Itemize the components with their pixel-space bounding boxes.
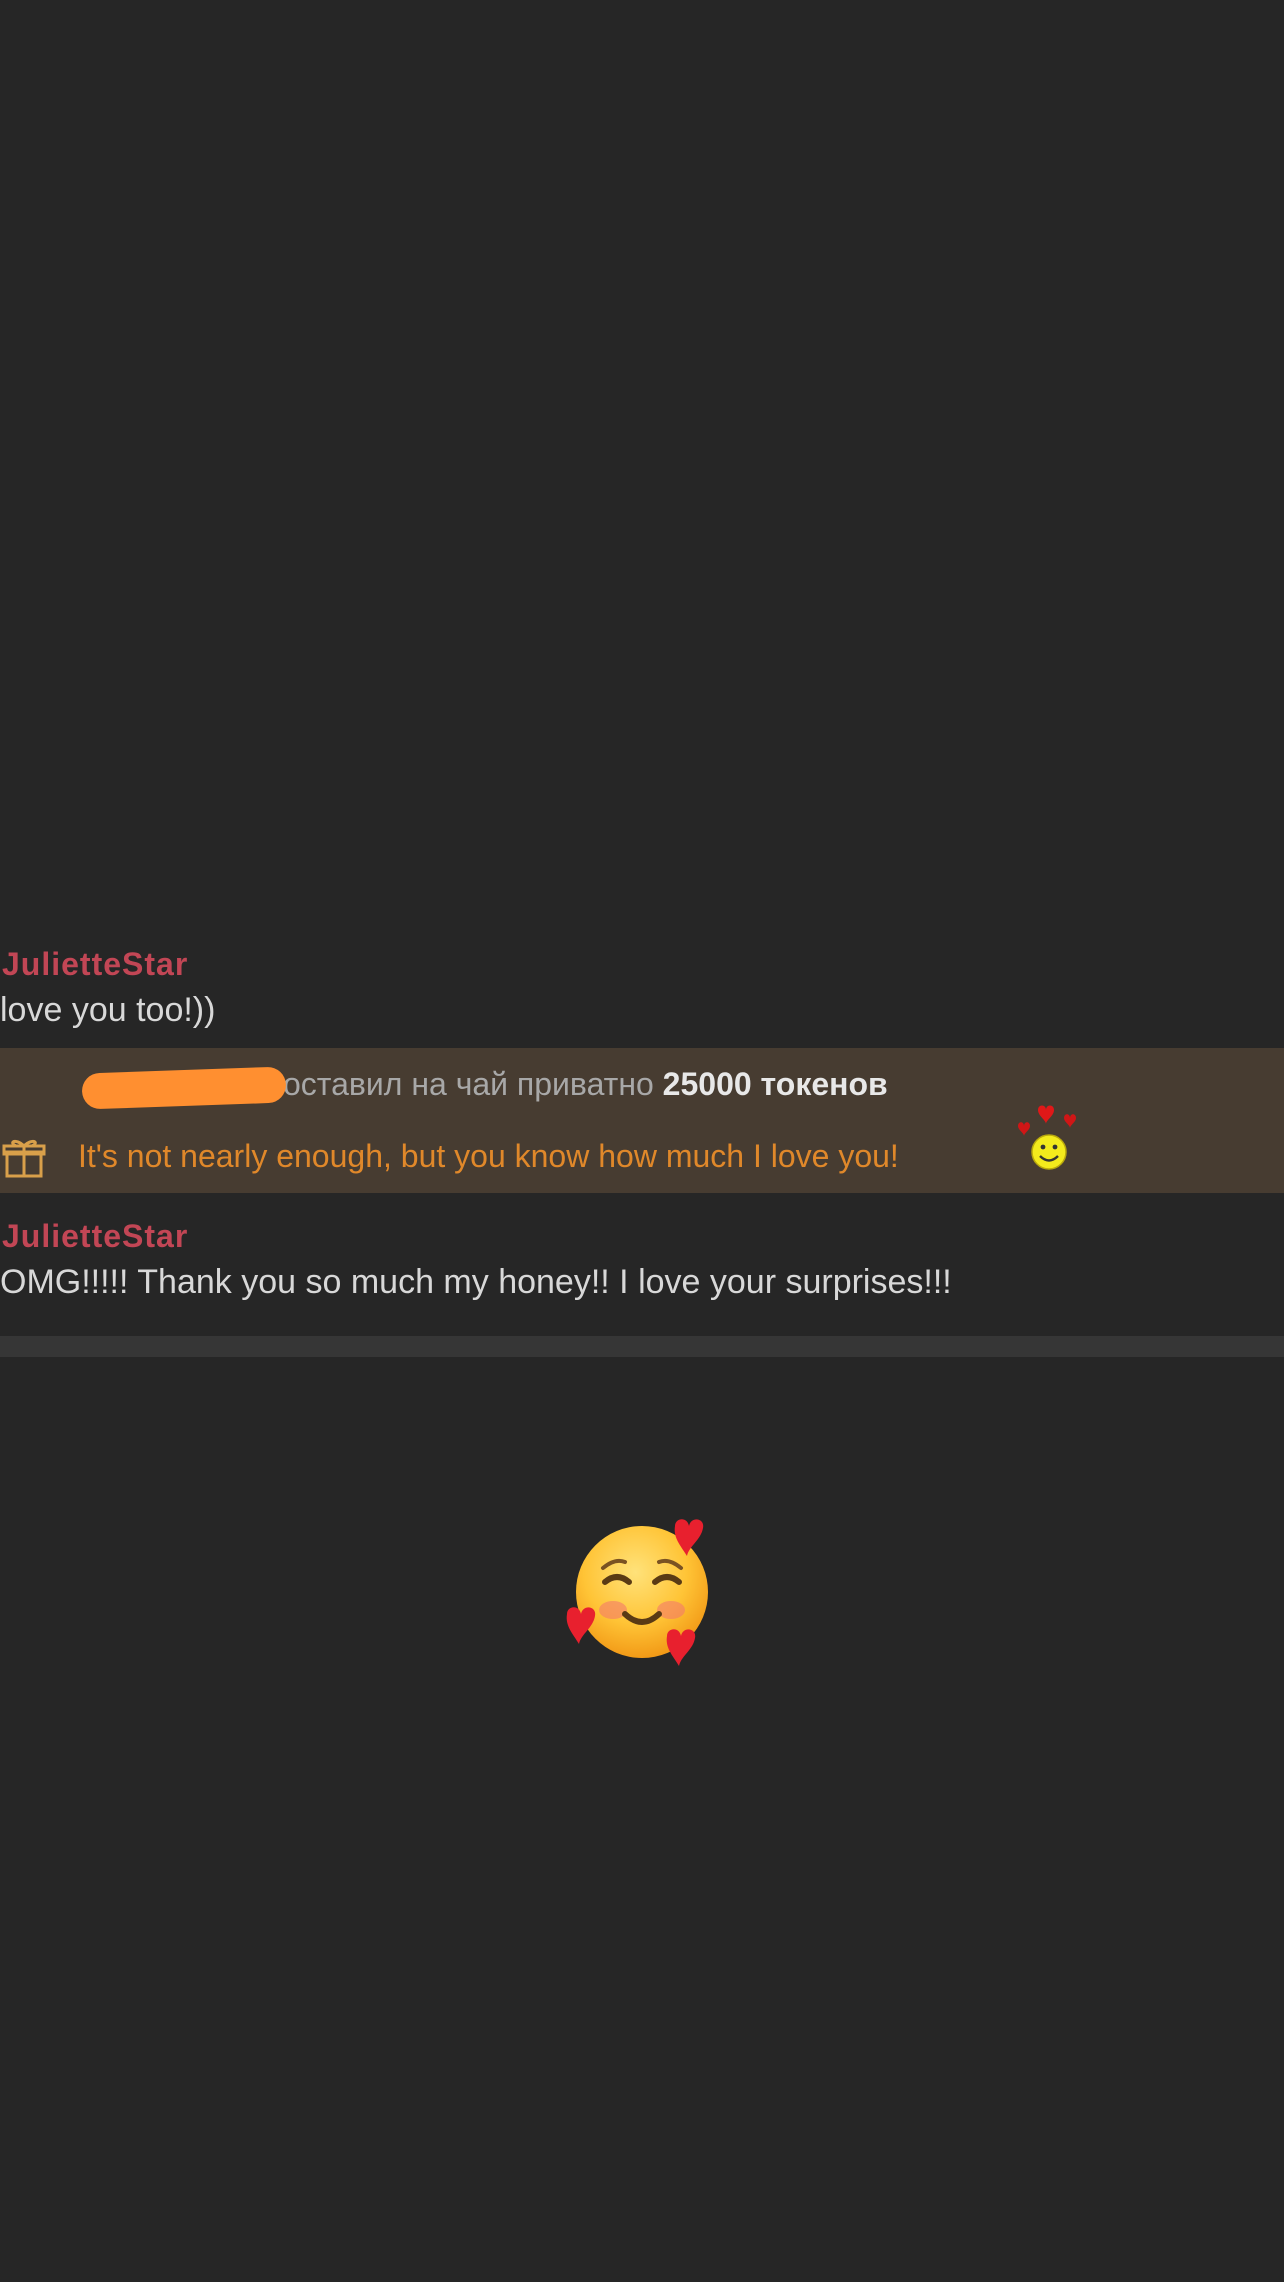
tip-note: It's not nearly enough, but you know how…	[78, 1138, 899, 1174]
tip-line: оставил на чай приватно 25000 токенов	[78, 1064, 888, 1110]
gift-icon	[2, 1139, 46, 1178]
private-tip-notification: оставил на чай приватно 25000 токенов It…	[0, 1048, 1284, 1193]
message-text: OMG!!!!! Thank you so much my honey!! I …	[0, 1263, 952, 1301]
tip-username[interactable]	[78, 1064, 287, 1110]
chat-log-continued: JulietteStar OMG!!!!! Thank you so much …	[0, 1210, 1284, 1346]
message-text: love you too!))	[0, 991, 216, 1029]
message-sender[interactable]: JulietteStar	[2, 944, 188, 984]
chat-divider	[0, 1336, 1284, 1357]
chat-message: JulietteStar OMG!!!!! Thank you so much …	[0, 1210, 1284, 1346]
smiling-face-with-hearts-emoji	[566, 1519, 708, 1666]
message-sender[interactable]: JulietteStar	[2, 1216, 188, 1256]
tip-amount: 25000 токенов	[662, 1066, 888, 1102]
smiley-with-hearts-icon	[1018, 1105, 1076, 1170]
tip-action: оставил на чай приватно	[283, 1066, 654, 1102]
redaction-mark	[81, 1066, 287, 1110]
